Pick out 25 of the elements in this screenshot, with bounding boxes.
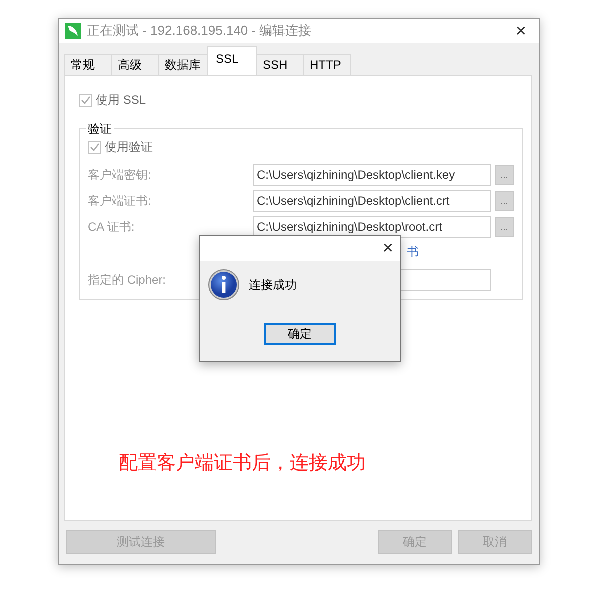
field-label: 客户端证书:	[88, 192, 152, 210]
tab[interactable]: HTTP	[303, 54, 351, 75]
field-label: 指定的 Cipher:	[88, 272, 166, 288]
ok-button[interactable]: 确定	[264, 323, 336, 345]
close-button[interactable]: ✕	[509, 22, 533, 40]
checkbox-label: 书	[407, 244, 420, 260]
tab[interactable]: SSL	[207, 46, 257, 75]
tab[interactable]: 常规	[64, 54, 112, 75]
browse-button[interactable]: ...	[495, 191, 514, 211]
checkbox[interactable]	[79, 94, 92, 107]
info-icon	[208, 269, 240, 301]
browse-button[interactable]: ...	[495, 217, 514, 237]
field-label: 客户端密钥:	[88, 166, 152, 184]
checkbox-label: 使用 SSL	[96, 92, 146, 109]
window-title: 正在测试 - 192.168.195.140 - 编辑连接	[87, 22, 313, 40]
browse-button[interactable]: ...	[495, 165, 514, 185]
annotation-text: 配置客户端证书后，连接成功	[119, 452, 366, 476]
checkbox[interactable]	[88, 141, 101, 154]
app-logo-icon	[65, 23, 81, 39]
checkbox-label: 使用验证	[105, 139, 153, 156]
message-text: 连接成功	[249, 276, 297, 294]
field-label: CA 证书:	[88, 218, 135, 236]
input-field[interactable]: C:\Users\qizhining\Desktop\client.crt	[253, 190, 491, 212]
input-field[interactable]: C:\Users\qizhining\Desktop\client.key	[253, 164, 491, 186]
close-button[interactable]: ✕	[376, 240, 400, 257]
